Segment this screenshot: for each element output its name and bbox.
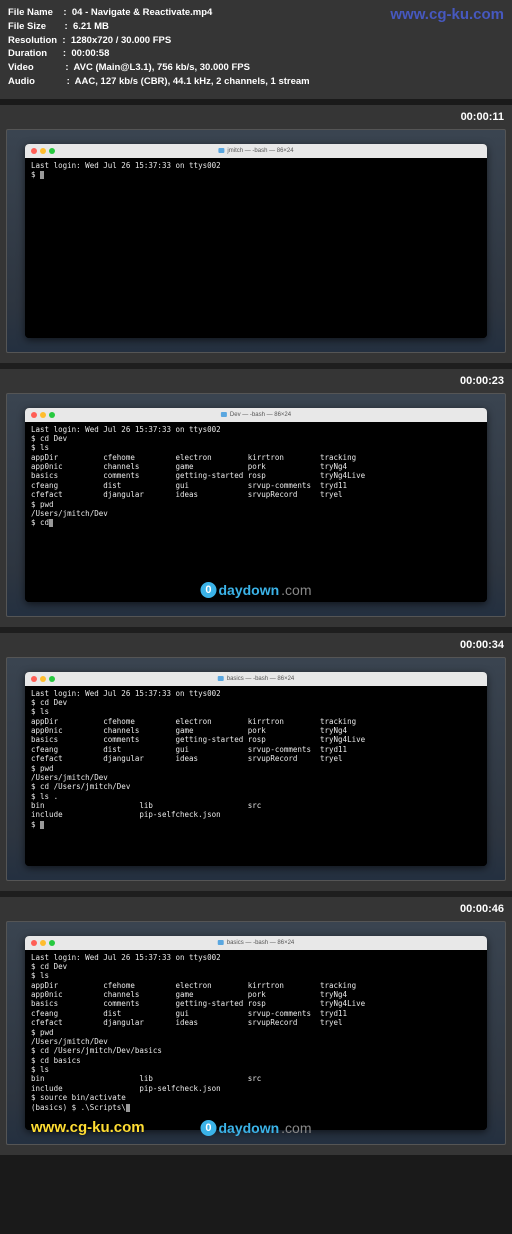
watermark-top: www.cg-ku.com [390, 6, 504, 23]
window-title: jmitch — -bash — 86×24 [218, 148, 293, 154]
minimize-icon[interactable] [40, 412, 46, 418]
timestamp: 00:00:46 [460, 903, 504, 915]
close-icon[interactable] [31, 148, 37, 154]
terminal-window[interactable]: Dev — -bash — 86×24 Last login: Wed Jul … [25, 408, 487, 602]
frame: 00:00:11 jmitch — -bash — 86×24 Last log… [0, 105, 512, 363]
window-title: Dev — -bash — 86×24 [221, 412, 291, 418]
meta-label: Duration : [8, 48, 71, 59]
terminal-window[interactable]: basics — -bash — 86×24 Last login: Wed J… [25, 936, 487, 1130]
terminal-content[interactable]: Last login: Wed Jul 26 15:37:33 on ttys0… [25, 686, 487, 866]
maximize-icon[interactable] [49, 412, 55, 418]
timestamp: 00:00:11 [461, 111, 504, 123]
folder-icon [221, 412, 227, 417]
watermark-cgku: www.cg-ku.com [31, 1119, 145, 1136]
window-title: basics — -bash — 86×24 [218, 940, 295, 946]
frames-list: 00:00:11 jmitch — -bash — 86×24 Last log… [0, 105, 512, 1155]
folder-icon [218, 148, 224, 153]
meta-label: File Name : [8, 7, 72, 18]
maximize-icon[interactable] [49, 676, 55, 682]
frame: 00:00:34 basics — -bash — 86×24 Last log… [0, 633, 512, 891]
window-title: basics — -bash — 86×24 [218, 676, 295, 682]
zero-icon: 0 [200, 582, 216, 598]
watermark-daydown: 0 daydown.com [200, 582, 311, 598]
desktop-background: Dev — -bash — 86×24 Last login: Wed Jul … [6, 393, 506, 617]
window-titlebar[interactable]: basics — -bash — 86×24 [25, 936, 487, 950]
terminal-window[interactable]: jmitch — -bash — 86×24 Last login: Wed J… [25, 144, 487, 338]
close-icon[interactable] [31, 940, 37, 946]
terminal-content[interactable]: Last login: Wed Jul 26 15:37:33 on ttys0… [25, 422, 487, 602]
window-titlebar[interactable]: Dev — -bash — 86×24 [25, 408, 487, 422]
meta-label: Resolution : [8, 35, 71, 46]
close-icon[interactable] [31, 412, 37, 418]
timestamp: 00:00:34 [460, 639, 504, 651]
desktop-background: jmitch — -bash — 86×24 Last login: Wed J… [6, 129, 506, 353]
minimize-icon[interactable] [40, 148, 46, 154]
folder-icon [218, 676, 224, 681]
frame: 00:00:23 Dev — -bash — 86×24 Last login:… [0, 369, 512, 627]
terminal-content[interactable]: Last login: Wed Jul 26 15:37:33 on ttys0… [25, 950, 487, 1130]
minimize-icon[interactable] [40, 940, 46, 946]
timestamp: 00:00:23 [460, 375, 504, 387]
meta-value: 04 - Navigate & Reactivate.mp4 [72, 7, 212, 18]
terminal-content[interactable]: Last login: Wed Jul 26 15:37:33 on ttys0… [25, 158, 487, 338]
meta-value: AVC (Main@L3.1), 756 kb/s, 30.000 FPS [73, 62, 249, 73]
meta-label: Audio : [8, 76, 75, 87]
close-icon[interactable] [31, 676, 37, 682]
meta-value: 00:00:58 [71, 48, 109, 59]
meta-value: 1280x720 / 30.000 FPS [71, 35, 171, 46]
desktop-background: basics — -bash — 86×24 Last login: Wed J… [6, 657, 506, 881]
zero-icon: 0 [200, 1120, 216, 1136]
window-titlebar[interactable]: jmitch — -bash — 86×24 [25, 144, 487, 158]
maximize-icon[interactable] [49, 940, 55, 946]
desktop-background: basics — -bash — 86×24 Last login: Wed J… [6, 921, 506, 1145]
meta-label: File Size : [8, 21, 73, 32]
window-titlebar[interactable]: basics — -bash — 86×24 [25, 672, 487, 686]
minimize-icon[interactable] [40, 676, 46, 682]
cursor-icon [49, 519, 53, 527]
cursor-icon [40, 821, 44, 829]
meta-value: 6.21 MB [73, 21, 109, 32]
folder-icon [218, 940, 224, 945]
cursor-icon [40, 171, 44, 179]
watermark-daydown: 0 daydown.com [200, 1120, 311, 1136]
frame: 00:00:46 basics — -bash — 86×24 Last log… [0, 897, 512, 1155]
terminal-window[interactable]: basics — -bash — 86×24 Last login: Wed J… [25, 672, 487, 866]
meta-label: Video : [8, 62, 73, 73]
meta-value: AAC, 127 kb/s (CBR), 44.1 kHz, 2 channel… [75, 76, 310, 87]
cursor-icon [126, 1104, 130, 1112]
maximize-icon[interactable] [49, 148, 55, 154]
